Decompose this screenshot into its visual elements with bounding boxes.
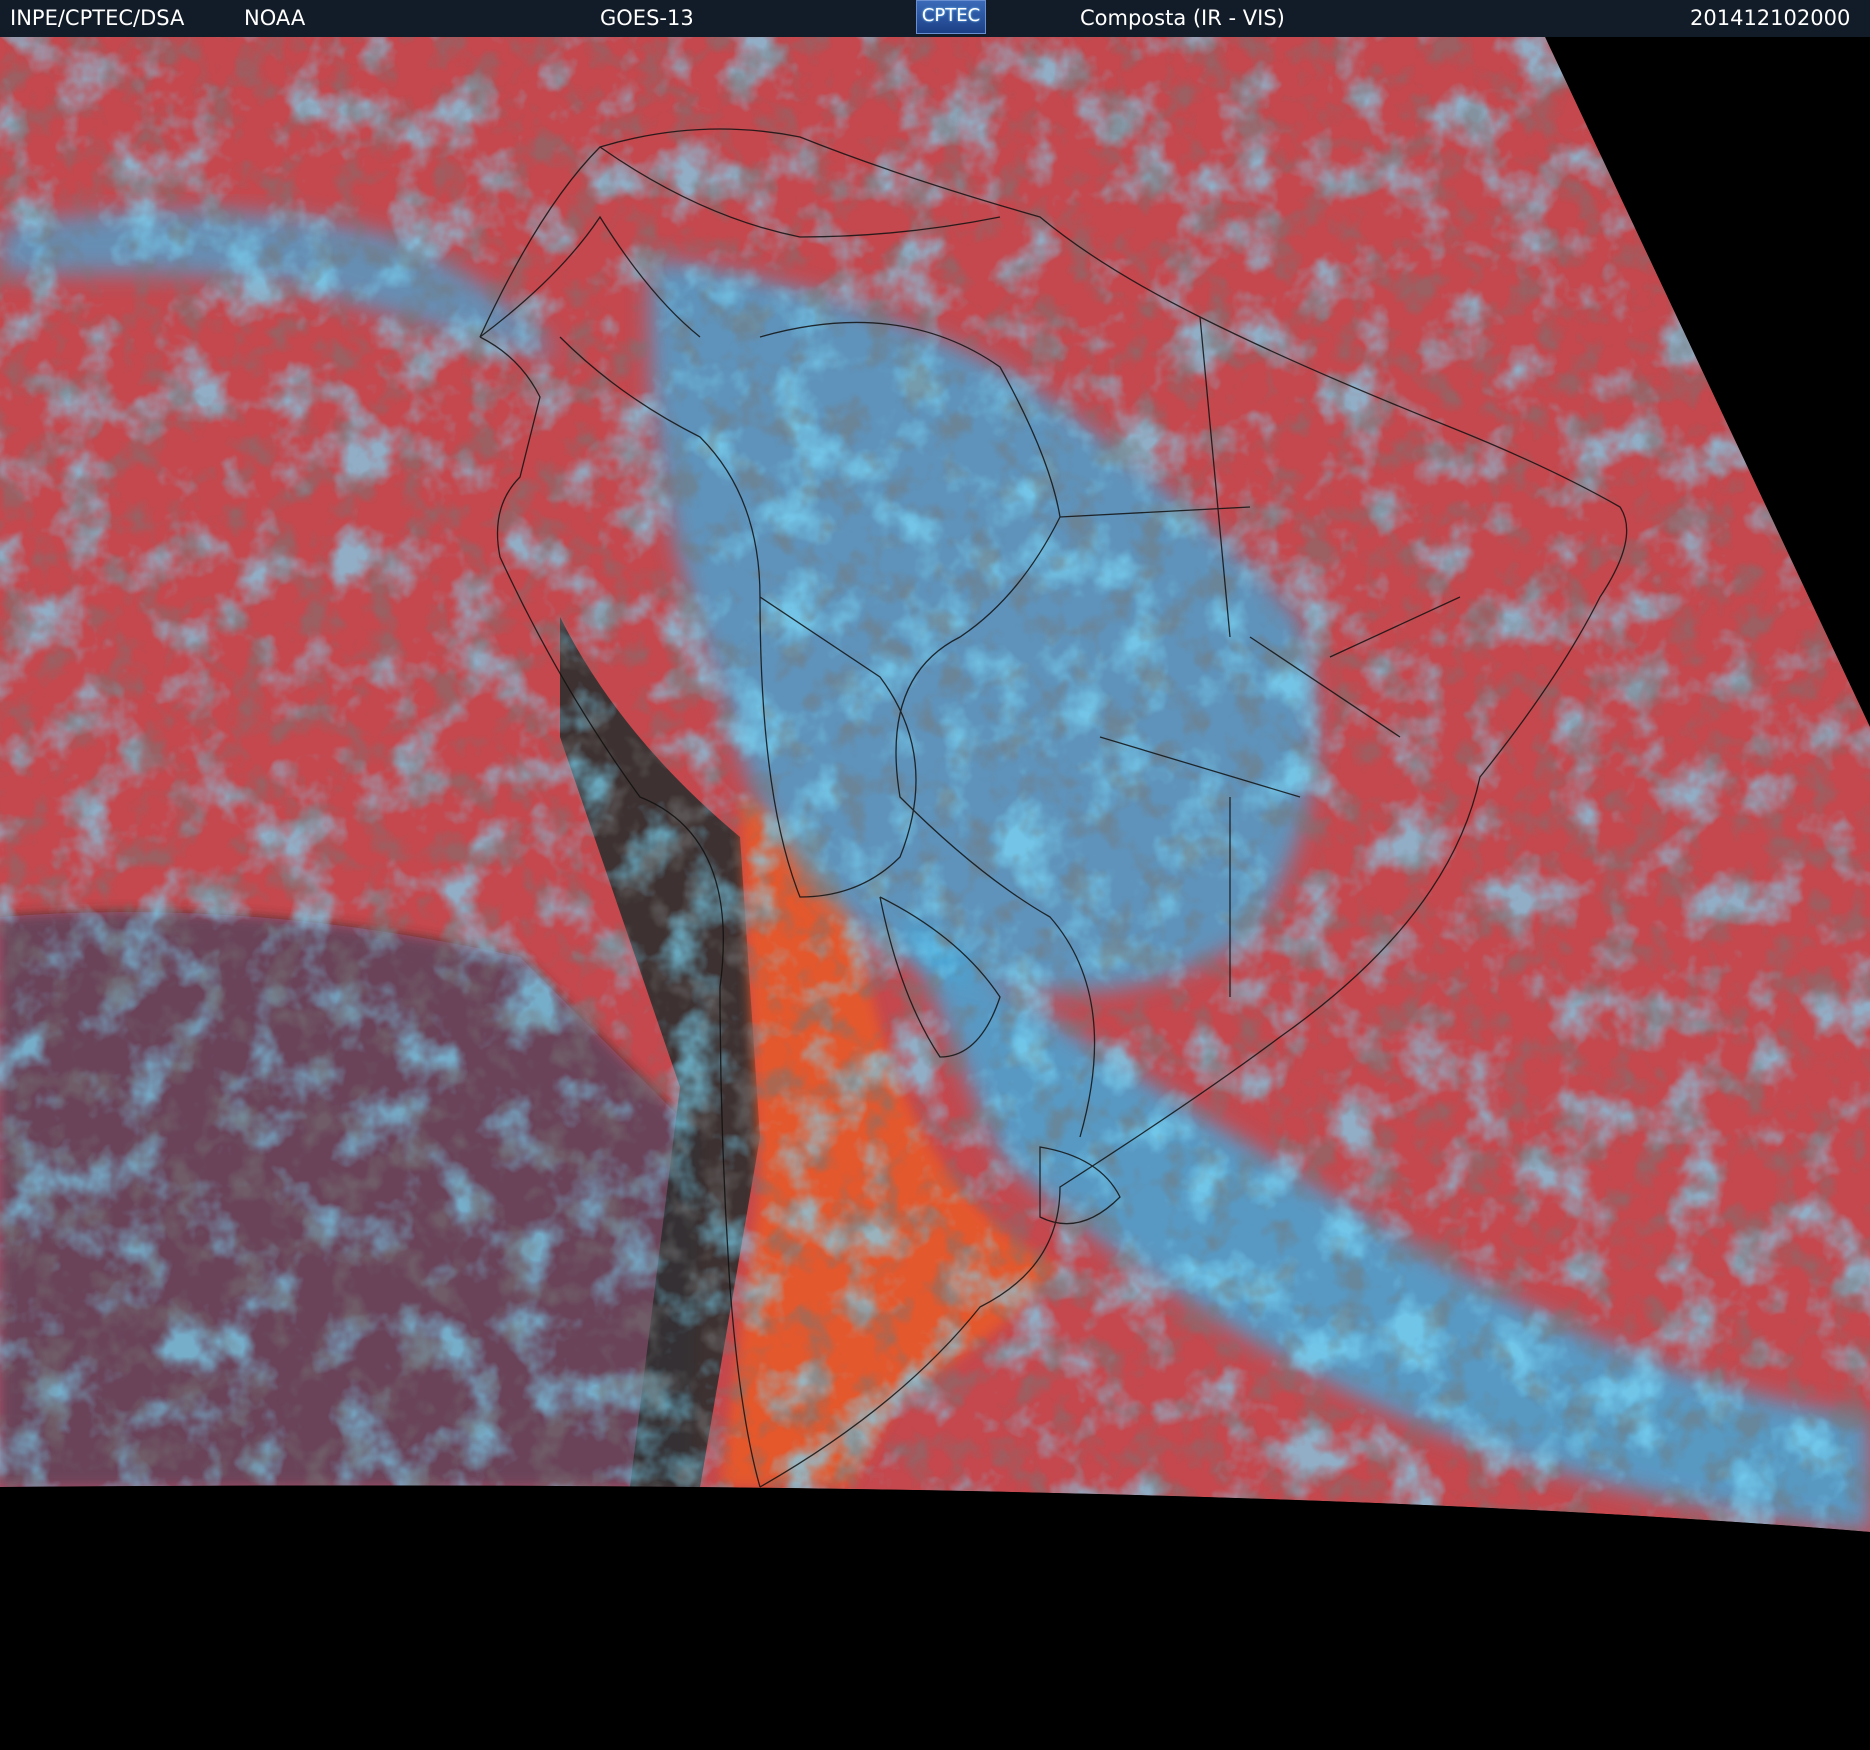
header-bar: INPE/CPTEC/DSA NOAA GOES-13 CPTEC Compos… [0, 0, 1870, 37]
no-data-area [0, 1485, 1870, 1750]
source-label: INPE/CPTEC/DSA [10, 6, 185, 30]
agency-label: NOAA [244, 6, 306, 30]
cptec-logo: CPTEC [916, 0, 986, 34]
product-label: Composta (IR - VIS) [1080, 6, 1285, 30]
satellite-label: GOES-13 [600, 6, 694, 30]
timestamp-label: 201412102000 [1690, 6, 1851, 30]
satellite-image [0, 37, 1870, 1750]
